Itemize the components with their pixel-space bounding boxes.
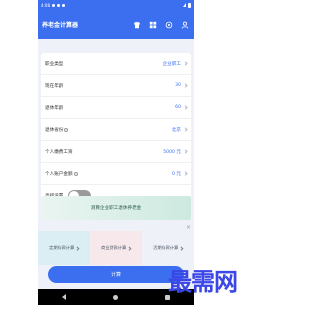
- close-icon[interactable]: ×: [186, 225, 191, 231]
- status-left: 4:08: [41, 3, 65, 8]
- chevron-right-icon: [183, 61, 188, 66]
- retirement-province-text: 退休省份: [45, 127, 64, 133]
- occupation-type-label: 职业类型: [45, 61, 64, 67]
- salary-label: 个人缴费工资: [45, 149, 73, 155]
- current-age-label: 现在年龄: [45, 83, 64, 89]
- occupation-type-value: 企业职工: [162, 61, 188, 67]
- ad-fixed-deposit-label: 定期存款计算: [49, 245, 75, 250]
- battery-icon: [188, 2, 191, 8]
- chevron-right-icon: [183, 83, 188, 88]
- chevron-right-icon: [183, 171, 188, 176]
- retirement-age-text: 60: [175, 105, 181, 110]
- status-time: 4:08: [41, 2, 50, 8]
- status-bar: 4:08: [38, 0, 194, 10]
- current-age-value: 30: [175, 83, 188, 88]
- home-icon[interactable]: [112, 294, 118, 300]
- account-balance-text: 个人账户金额: [45, 171, 73, 177]
- current-age-text: 30: [175, 83, 181, 88]
- calculate-button[interactable]: 计算: [48, 266, 184, 283]
- retirement-age-row[interactable]: 退休年龄 60: [41, 97, 191, 119]
- phone-screen: 4:08 养老金计算器 职业类型 企业职工 现在年龄 30 退休年龄 60 退休…: [38, 0, 194, 305]
- chevron-right-icon: [179, 246, 184, 250]
- signal-icon: [183, 3, 186, 7]
- retirement-province-row[interactable]: 退休省份? 北京: [41, 119, 191, 141]
- notification-icon: [51, 3, 55, 7]
- chevron-right-icon: [127, 246, 132, 250]
- help-icon[interactable]: ?: [64, 127, 69, 132]
- back-icon[interactable]: [61, 294, 66, 300]
- calc-banner-text: 测算企业职工退休养老金: [90, 206, 142, 211]
- grid-icon[interactable]: [148, 20, 158, 30]
- notification-icon-3: [61, 3, 65, 7]
- retirement-province-label: 退休省份?: [45, 127, 172, 133]
- salary-value: 5000 元: [163, 149, 188, 155]
- chevron-right-icon: [75, 246, 80, 250]
- shirt-icon[interactable]: [132, 20, 142, 30]
- help-icon[interactable]: ?: [73, 171, 78, 176]
- retirement-age-label: 退休年龄: [45, 105, 64, 111]
- chevron-right-icon: [183, 105, 188, 110]
- ad-demand-deposit[interactable]: 活期存款计算: [142, 231, 194, 265]
- settings-icon[interactable]: [164, 20, 174, 30]
- status-right: [183, 2, 191, 8]
- account-balance-value-text: 0 元: [172, 171, 181, 177]
- app-bar: 养老金计算器: [38, 10, 194, 39]
- ad-demand-deposit-label: 活期存款计算: [153, 245, 179, 250]
- salary-row[interactable]: 个人缴费工资 5000 元: [41, 141, 191, 163]
- watermark-logo: 最需网: [168, 267, 238, 296]
- account-balance-value: 0 元: [172, 171, 188, 177]
- app-title: 养老金计算器: [42, 22, 79, 29]
- ad-fixed-deposit[interactable]: 定期存款计算: [38, 231, 90, 265]
- chevron-right-icon: [183, 127, 188, 132]
- ad-commercial-loan-label: 商业贷款计算: [101, 245, 127, 250]
- pension-form: 职业类型 企业职工 现在年龄 30 退休年龄 60 退休省份? 北京 个人缴费工…: [41, 53, 191, 207]
- retirement-province-value-text: 北京: [171, 127, 181, 133]
- account-balance-row[interactable]: 个人账户金额? 0 元: [41, 163, 191, 185]
- retirement-age-value: 60: [175, 105, 188, 110]
- ad-commercial-loan[interactable]: 商业贷款计算: [90, 231, 142, 265]
- chevron-right-icon: [183, 149, 188, 154]
- notification-icon-2: [56, 3, 60, 7]
- occupation-type-row[interactable]: 职业类型 企业职工: [41, 53, 191, 75]
- retirement-province-value: 北京: [171, 127, 188, 133]
- user-icon[interactable]: [180, 20, 190, 30]
- calc-banner[interactable]: 测算企业职工退休养老金: [41, 196, 191, 220]
- occupation-type-text: 企业职工: [162, 61, 181, 67]
- current-age-row[interactable]: 现在年龄 30: [41, 75, 191, 97]
- account-balance-label: 个人账户金额?: [45, 171, 172, 177]
- ad-strip: × 定期存款计算 商业贷款计算 活期存款计算: [38, 225, 194, 265]
- salary-text: 5000 元: [163, 149, 181, 155]
